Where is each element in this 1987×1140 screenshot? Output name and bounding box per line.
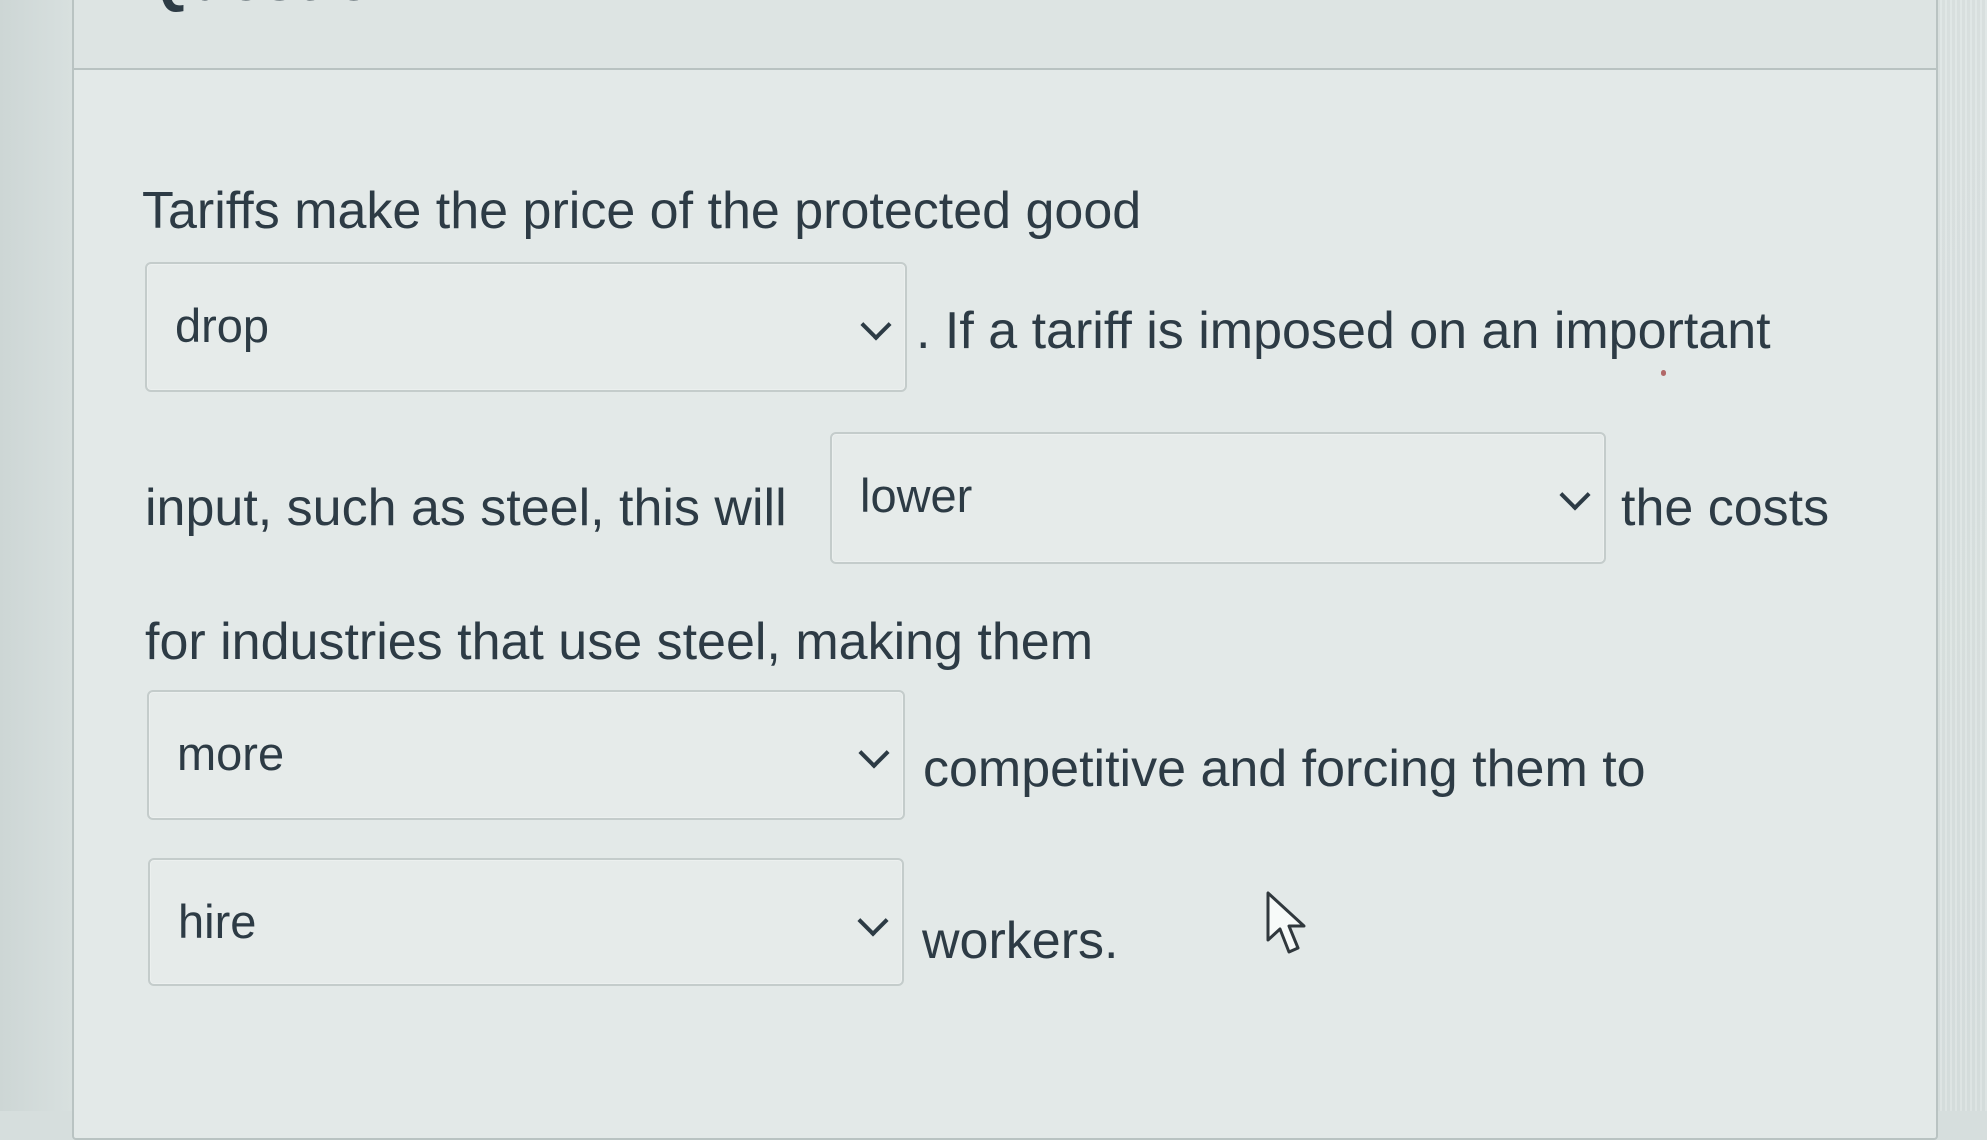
dropdown-cost-effect[interactable]: lower bbox=[830, 432, 1606, 564]
question-text-part-7: workers. bbox=[922, 912, 1119, 970]
dropdown-worker-action[interactable]: hire bbox=[148, 858, 904, 986]
question-text-part-4: the costs bbox=[1621, 479, 1830, 537]
chevron-down-icon bbox=[858, 737, 890, 769]
mouse-pointer-icon bbox=[1266, 891, 1306, 954]
screen-speck bbox=[1661, 370, 1666, 376]
question-header: Question 11 bbox=[74, 0, 1936, 70]
question-text-part-3: input, such as steel, this will bbox=[145, 479, 787, 537]
dropdown-worker-action-value: hire bbox=[178, 895, 257, 948]
chevron-down-icon bbox=[860, 309, 892, 341]
dropdown-price-change-value: drop bbox=[175, 299, 270, 352]
dropdown-competitiveness-value: more bbox=[177, 727, 285, 780]
question-text-part-6: competitive and forcing them to bbox=[923, 740, 1646, 798]
question-text-part-2: . If a tariff is imposed on an important bbox=[916, 302, 1771, 360]
question-title: Question 11 bbox=[142, 0, 493, 15]
chevron-down-icon bbox=[857, 905, 889, 937]
question-text-part-1: Tariffs make the price of the protected … bbox=[142, 182, 1142, 240]
question-text-part-5: for industries that use steel, making th… bbox=[145, 613, 1094, 671]
dropdown-price-change[interactable]: drop bbox=[145, 262, 907, 392]
chevron-down-icon bbox=[1559, 479, 1591, 511]
left-gutter bbox=[0, 0, 72, 1111]
dropdown-cost-effect-value: lower bbox=[860, 469, 973, 522]
dropdown-competitiveness[interactable]: more bbox=[147, 690, 905, 820]
